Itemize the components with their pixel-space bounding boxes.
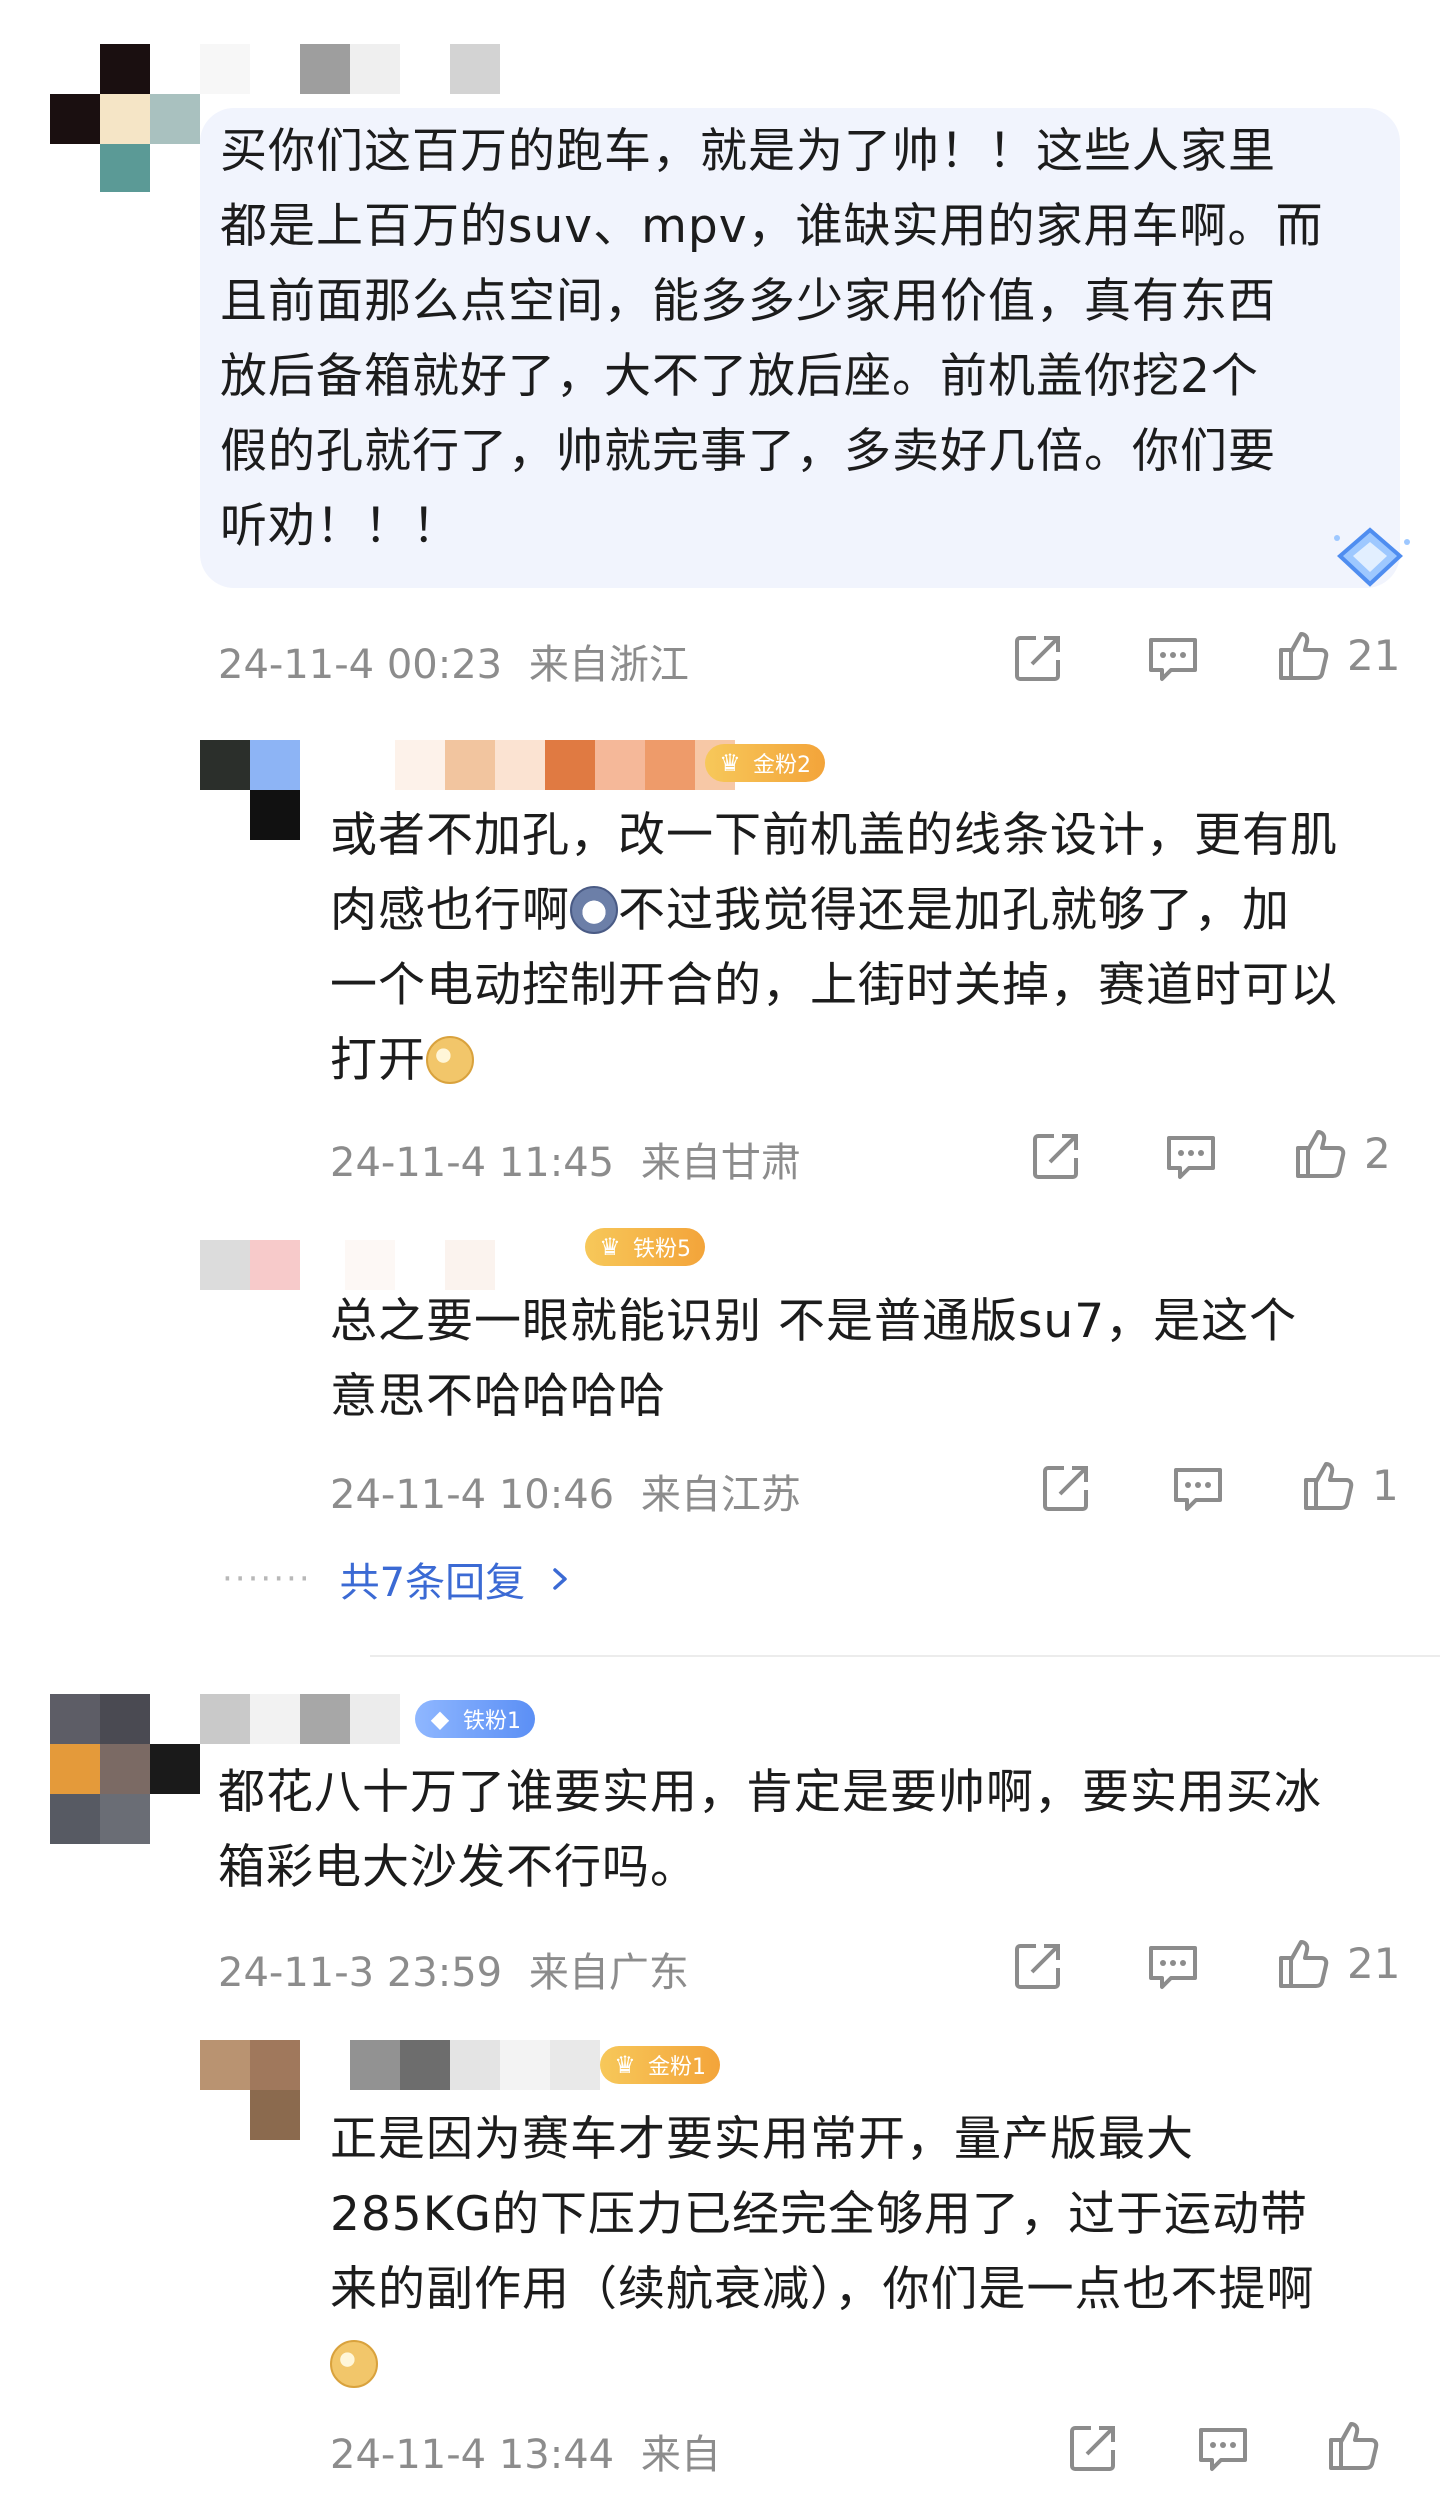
username[interactable] bbox=[200, 1694, 400, 1744]
thumbs-up-icon bbox=[1304, 1462, 1354, 1510]
like-button[interactable]: 2 bbox=[1292, 1124, 1391, 1182]
timestamp: 24-11-4 11:45 bbox=[330, 1140, 615, 1186]
thumbs-up-icon bbox=[1329, 2422, 1379, 2470]
comment-meta: 24-11-4 00:23 来自浙江 bbox=[218, 632, 689, 690]
share-button[interactable] bbox=[1028, 1128, 1084, 1184]
avatar[interactable] bbox=[50, 1694, 200, 1844]
comment-icon bbox=[1174, 1468, 1222, 1511]
location: 来自甘肃 bbox=[640, 1140, 801, 1186]
avatar[interactable] bbox=[200, 2040, 300, 2140]
username[interactable] bbox=[350, 2040, 600, 2090]
more-replies-link[interactable]: ······· 共7条回复 bbox=[222, 1550, 577, 1608]
share-button[interactable] bbox=[1065, 2420, 1121, 2476]
location: 来自广东 bbox=[528, 1950, 689, 1996]
timestamp: 24-11-4 13:44 bbox=[330, 2432, 615, 2478]
diamond-icon: ◆ bbox=[430, 1705, 450, 1733]
share-button[interactable] bbox=[1038, 1460, 1094, 1516]
fan-badge[interactable]: ♛ 铁粉5 bbox=[585, 1228, 705, 1266]
location: 来自 bbox=[640, 2432, 721, 2478]
comment-icon bbox=[1149, 638, 1197, 681]
comment-text: 都花八十万了谁要实用，肯定是要帅啊，要实用买冰 箱彩电大沙发不行吗。 bbox=[218, 1765, 1322, 1895]
share-icon bbox=[1015, 636, 1060, 681]
like-button[interactable]: 21 bbox=[1275, 626, 1400, 684]
reply-button[interactable] bbox=[1170, 1462, 1226, 1516]
like-button[interactable] bbox=[1325, 2416, 1397, 2474]
divider bbox=[370, 1655, 1440, 1657]
dots-divider: ······· bbox=[222, 1559, 312, 1599]
share-icon bbox=[1043, 1466, 1088, 1511]
chevron-right-icon bbox=[553, 1568, 567, 1590]
doge-emoji-icon bbox=[426, 1036, 474, 1084]
like-count: 1 bbox=[1372, 1460, 1399, 1510]
username[interactable] bbox=[395, 740, 735, 790]
comment-meta: 24-11-3 23:59 来自广东 bbox=[218, 1940, 689, 1998]
like-button[interactable]: 1 bbox=[1300, 1456, 1399, 1514]
shocked-emoji-icon bbox=[570, 886, 618, 934]
like-count: 21 bbox=[1347, 1938, 1401, 1988]
doge-emoji-icon bbox=[330, 2340, 378, 2388]
timestamp: 24-11-3 23:59 bbox=[218, 1950, 503, 1996]
crown-icon: ♛ bbox=[719, 749, 741, 777]
comment-meta: 24-11-4 13:44 来自 bbox=[330, 2422, 721, 2480]
location: 来自浙江 bbox=[528, 642, 689, 688]
timestamp: 24-11-4 00:23 bbox=[218, 642, 503, 688]
reply-text: 或者不加孔，改一下前机盖的线条设计，更有肌 肉感也行啊 不过我觉得还是加孔就够了，… bbox=[330, 808, 1338, 1088]
share-button[interactable] bbox=[1010, 630, 1066, 686]
crown-icon: ♛ bbox=[599, 1233, 621, 1261]
like-count: 2 bbox=[1364, 1128, 1391, 1178]
fan-badge[interactable]: ♛ 金粉1 bbox=[600, 2046, 720, 2084]
reply-button[interactable] bbox=[1195, 2422, 1251, 2476]
reply-button[interactable] bbox=[1145, 632, 1201, 686]
diamond-icon bbox=[1334, 527, 1410, 587]
reply-button[interactable] bbox=[1163, 1130, 1219, 1184]
avatar[interactable] bbox=[200, 1240, 300, 1290]
reply-text: 总之要一眼就能识别 不是普通版su7，是这个 意思不哈哈哈哈 bbox=[330, 1294, 1298, 1424]
reply-text: 正是因为赛车才要实用常开，量产版最大 285KG的下压力已经完全够用了，过于运动… bbox=[330, 2102, 1410, 2402]
thumbs-up-icon bbox=[1279, 632, 1329, 680]
comment-icon bbox=[1167, 1136, 1215, 1179]
fan-badge[interactable]: ◆ 铁粉1 bbox=[415, 1700, 535, 1738]
share-button[interactable] bbox=[1010, 1938, 1066, 1994]
timestamp: 24-11-4 10:46 bbox=[330, 1472, 615, 1518]
comment-text: 买你们这百万的跑车，就是为了帅！！这些人家里 都是上百万的suv、mpv，谁缺实… bbox=[220, 124, 1324, 554]
share-icon bbox=[1070, 2426, 1115, 2471]
location: 来自江苏 bbox=[640, 1472, 801, 1518]
share-icon bbox=[1033, 1134, 1078, 1179]
avatar[interactable] bbox=[50, 44, 200, 192]
like-count: 21 bbox=[1347, 630, 1401, 680]
crown-icon: ♛ bbox=[614, 2051, 636, 2079]
comment-icon bbox=[1199, 2428, 1247, 2471]
like-button[interactable]: 21 bbox=[1275, 1934, 1400, 1992]
avatar[interactable] bbox=[200, 740, 300, 840]
username[interactable] bbox=[345, 1240, 545, 1290]
fan-badge[interactable]: ♛ 金粉2 bbox=[705, 744, 825, 782]
comment-meta: 24-11-4 10:46 来自江苏 bbox=[330, 1462, 801, 1520]
thumbs-up-icon bbox=[1296, 1130, 1346, 1178]
thumbs-up-icon bbox=[1279, 1940, 1329, 1988]
username[interactable] bbox=[200, 44, 500, 94]
share-icon bbox=[1015, 1944, 1060, 1989]
comment-meta: 24-11-4 11:45 来自甘肃 bbox=[330, 1130, 801, 1188]
comment-icon bbox=[1149, 1946, 1197, 1989]
reply-button[interactable] bbox=[1145, 1940, 1201, 1994]
